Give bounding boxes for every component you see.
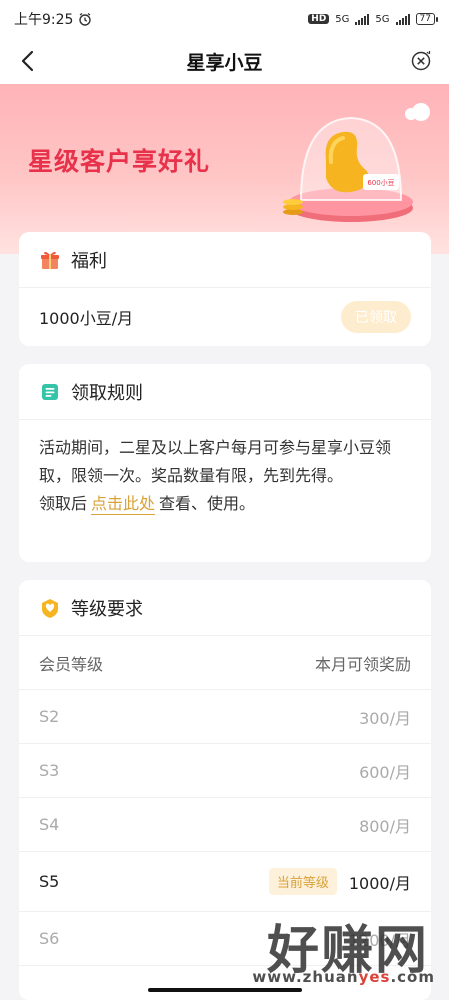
gift-icon — [41, 251, 59, 269]
benefit-amount: 1000小豆/月 — [39, 309, 134, 328]
level-reward: 1200/月 — [348, 930, 411, 950]
signal-icon-2 — [395, 13, 410, 25]
rules-usage-suffix: 查看、使用。 — [159, 494, 256, 513]
back-arrow-icon[interactable] — [16, 48, 42, 74]
page-title: 星享小豆 — [186, 51, 263, 74]
level-name: S5 — [39, 872, 60, 891]
rules-title: 领取规则 — [71, 382, 143, 404]
level-reward: 600/月 — [359, 762, 411, 782]
rules-card: 领取规则 活动期间，二星及以上客户每月可参与星享小豆领取，限领一次。奖品数量有限… — [19, 364, 431, 562]
level-reward: 300/月 — [359, 708, 411, 728]
banner-tag: 600小豆 — [367, 178, 394, 187]
hd-badge: HD — [308, 14, 330, 24]
table-row-current: S5 当前等级 1000/月 — [19, 852, 431, 912]
level-badge-icon — [42, 598, 58, 618]
level-name: S3 — [39, 761, 60, 780]
levels-card-header: 等级要求 — [19, 580, 431, 636]
status-time: 上午9:25 — [14, 12, 74, 28]
banner-title: 星级客户享好礼 — [28, 147, 211, 176]
level-name: S4 — [39, 815, 60, 834]
table-row: S3 600/月 — [19, 744, 431, 798]
rules-usage-line: 领取后 点击此处 查看、使用。 — [39, 490, 411, 518]
close-icon[interactable] — [409, 49, 433, 73]
levels-title: 等级要求 — [71, 598, 143, 620]
claimed-button[interactable]: 已领取 — [341, 301, 411, 333]
benefit-row: 1000小豆/月 已领取 — [19, 288, 431, 346]
level-reward: 800/月 — [359, 816, 411, 836]
benefit-title: 福利 — [71, 250, 107, 272]
level-name: S2 — [39, 707, 60, 726]
column-level: 会员等级 — [39, 654, 104, 674]
nav-bar: 星享小豆 — [0, 38, 449, 84]
home-indicator[interactable] — [148, 988, 302, 992]
click-here-link[interactable]: 点击此处 — [91, 494, 156, 515]
promo-banner: 星级客户享好礼 600小豆 — [0, 84, 449, 254]
network-5g-label: 5G — [335, 13, 350, 25]
table-row: S4 800/月 — [19, 798, 431, 852]
network-5g-label-2: 5G — [375, 13, 390, 25]
rules-body: 活动期间，二星及以上客户每月可参与星享小豆领取，限领一次。奖品数量有限，先到先得… — [19, 420, 431, 518]
column-reward: 本月可领奖励 — [314, 654, 411, 674]
levels-card: 等级要求 会员等级 本月可领奖励 S2 300/月 S3 600/月 S4 80… — [19, 580, 431, 1000]
bean-dome-illustration: 600小豆 — [283, 103, 430, 222]
status-bar: 上午9:25 HD 5G 5G 77 — [0, 0, 449, 38]
levels-table-header: 会员等级 本月可领奖励 — [19, 636, 431, 690]
rules-card-header: 领取规则 — [19, 364, 431, 420]
rules-usage-prefix: 领取后 — [39, 494, 88, 513]
document-icon — [42, 383, 58, 400]
current-level-badge: 当前等级 — [268, 868, 337, 895]
level-reward: 1000/月 — [348, 873, 411, 893]
table-row: S6 1200/月 — [19, 912, 431, 966]
alarm-icon — [79, 12, 92, 26]
rules-description: 活动期间，二星及以上客户每月可参与星享小豆领取，限领一次。奖品数量有限，先到先得… — [39, 438, 392, 485]
benefit-card: 福利 1000小豆/月 已领取 — [19, 232, 431, 346]
table-row: S2 300/月 — [19, 690, 431, 744]
signal-icon — [355, 13, 370, 25]
battery-icon: 77 — [415, 13, 439, 25]
benefit-card-header: 福利 — [19, 232, 431, 288]
level-name: S6 — [39, 929, 60, 948]
